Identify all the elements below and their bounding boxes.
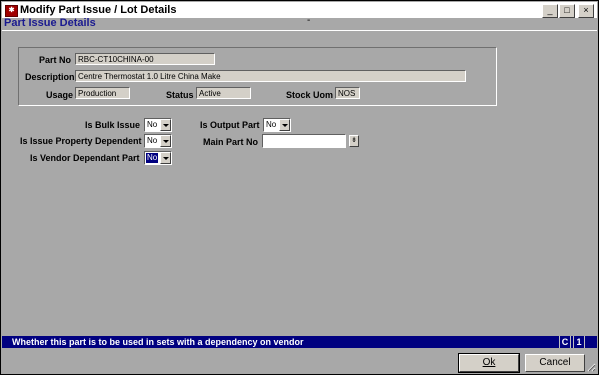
status-label: Status — [166, 90, 194, 100]
chevron-down-icon[interactable] — [160, 119, 171, 131]
part-no-field[interactable]: RBC-CT10CHINA-00 — [75, 53, 215, 65]
vendor-dependent-label: Is Vendor Dependant Part — [30, 153, 140, 163]
output-part-value: No — [266, 120, 277, 129]
dialog-window: ✱ Modify Part Issue / Lot Details _ □ × … — [0, 0, 599, 375]
output-part-label: Is Output Part — [200, 120, 260, 130]
property-dependent-label: Is Issue Property Dependent — [20, 136, 142, 146]
usage-field[interactable]: Production — [75, 87, 130, 99]
title-bar[interactable]: ✱ Modify Part Issue / Lot Details _ □ × — [2, 2, 597, 18]
status-indicator-c: C — [559, 336, 571, 348]
stock-uom-field[interactable]: NOS — [335, 87, 360, 99]
close-icon[interactable]: × — [578, 4, 594, 18]
cancel-button-label: Cancel — [539, 357, 571, 368]
maximize-icon[interactable]: □ — [559, 4, 575, 18]
header-dash: - — [307, 15, 311, 26]
window-controls: _ □ × — [542, 4, 594, 18]
status-bar: Whether this part is to be used in sets … — [2, 336, 597, 348]
app-logo-icon[interactable]: ✱ — [5, 5, 18, 17]
part-no-label: Part No — [39, 55, 72, 65]
resize-grip-icon[interactable] — [586, 362, 596, 372]
description-label: Description — [25, 72, 75, 82]
output-part-select[interactable]: No — [263, 118, 291, 132]
ok-button[interactable]: Ok — [458, 353, 520, 373]
section-header: Part Issue Details - — [2, 15, 597, 31]
cancel-button[interactable]: Cancel — [525, 354, 585, 372]
ok-button-label: Ok — [482, 357, 496, 368]
property-dependent-value: No — [147, 136, 158, 145]
status-indicator-1: 1 — [573, 336, 585, 348]
main-part-label: Main Part No — [203, 137, 259, 147]
property-dependent-select[interactable]: No — [144, 134, 172, 148]
bulk-issue-label: Is Bulk Issue — [85, 120, 141, 130]
section-title: Part Issue Details — [4, 17, 96, 29]
bulk-issue-select[interactable]: No — [144, 118, 172, 132]
minimize-icon[interactable]: _ — [542, 4, 558, 18]
chevron-down-icon[interactable] — [160, 135, 171, 147]
window-title: Modify Part Issue / Lot Details — [20, 4, 177, 16]
vendor-dependent-select[interactable]: No — [144, 151, 172, 165]
main-part-input[interactable] — [262, 134, 346, 148]
chevron-down-icon[interactable] — [160, 152, 171, 164]
chevron-down-icon[interactable] — [279, 119, 290, 131]
stock-uom-label: Stock Uom — [286, 90, 334, 100]
usage-label: Usage — [46, 90, 74, 100]
bulk-issue-value: No — [147, 120, 158, 129]
vendor-dependent-value: No — [144, 152, 160, 164]
description-field[interactable]: Centre Thermostat 1.0 Litre China Make — [75, 70, 466, 82]
status-field[interactable]: Active — [196, 87, 251, 99]
status-message: Whether this part is to be used in sets … — [12, 337, 304, 347]
lookup-icon[interactable]: ⇟ — [349, 135, 359, 147]
